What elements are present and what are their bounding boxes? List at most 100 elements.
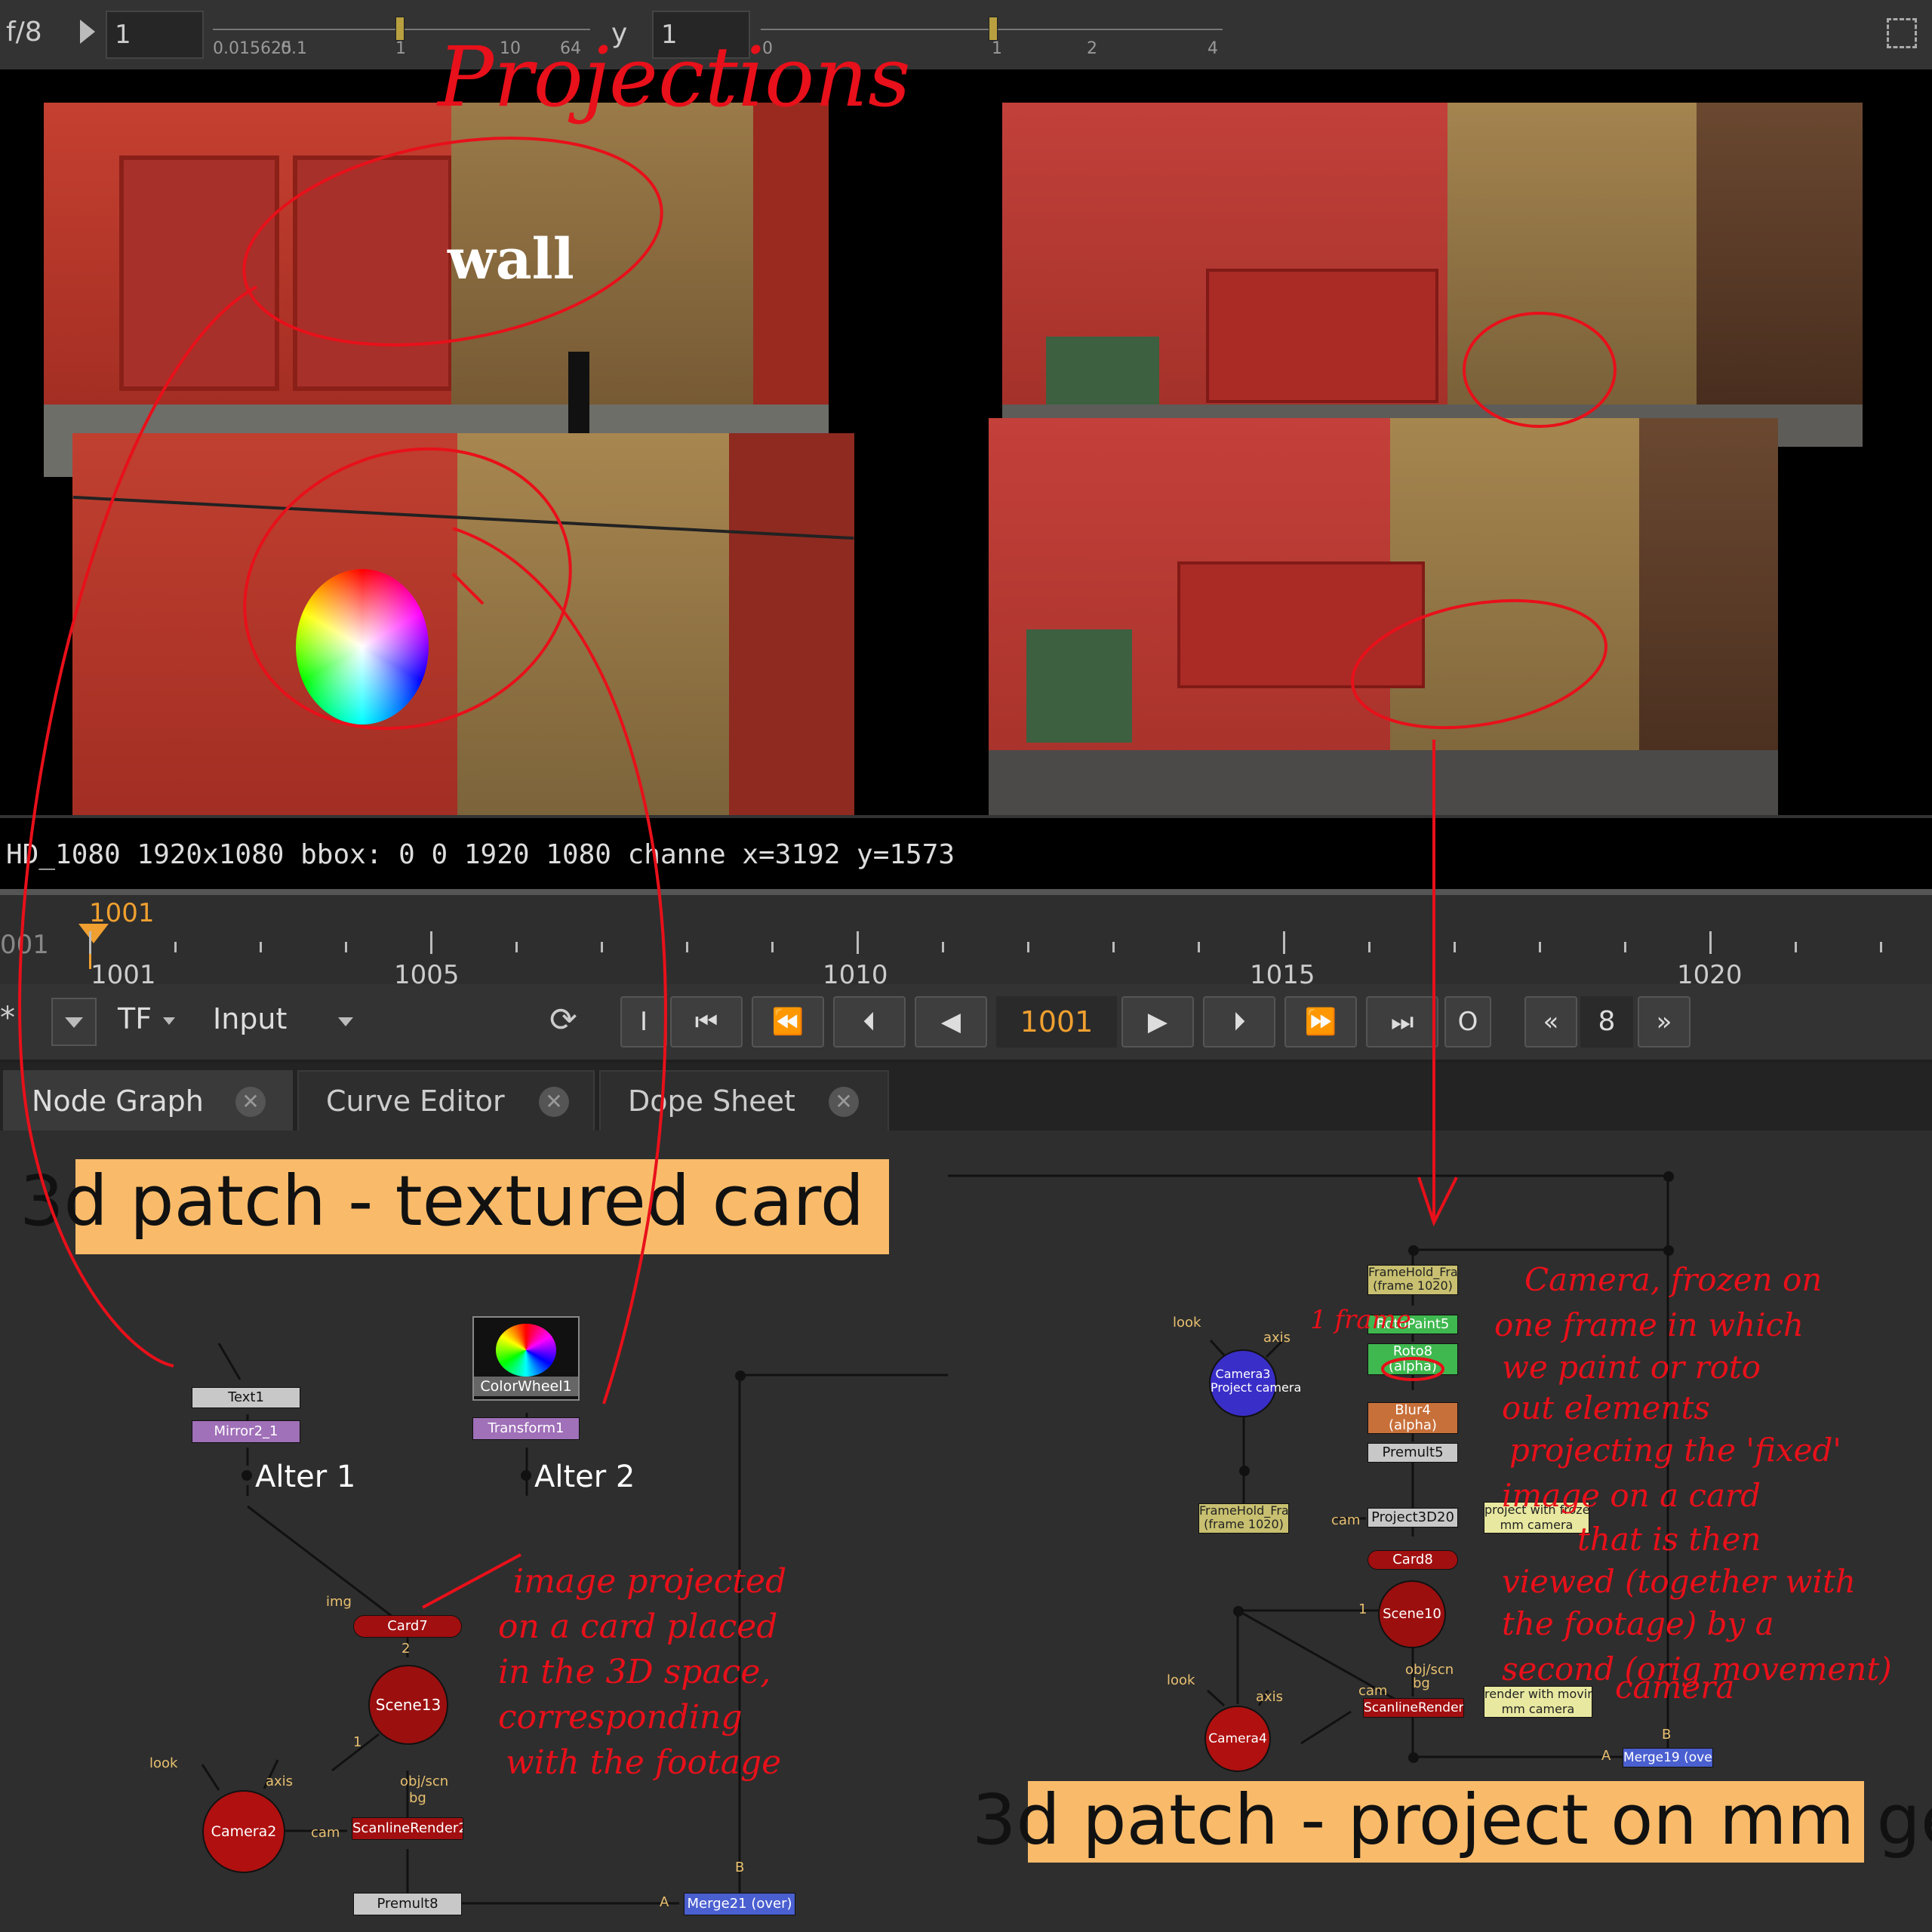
node-framehold2[interactable]: FrameHold_Frame_Z_2 (frame 1020)	[1198, 1503, 1289, 1534]
pipe-label-axis: axis	[266, 1774, 294, 1789]
dot-node[interactable]	[1408, 1245, 1419, 1256]
close-icon[interactable]: ✕	[235, 1087, 266, 1117]
dot-node[interactable]	[1239, 1466, 1250, 1476]
node-framehold1[interactable]: FrameHold_Frame_Z_1 (frame 1020)	[1367, 1265, 1458, 1295]
play-icon[interactable]	[80, 20, 95, 44]
node-scene13[interactable]: Scene13	[368, 1665, 448, 1745]
gain-input[interactable]: 1	[106, 11, 204, 59]
pipe-label-cam: cam	[1331, 1512, 1361, 1528]
node-scene10[interactable]: Scene10	[1378, 1580, 1446, 1648]
prev-frame-button[interactable]: ⏴	[833, 996, 906, 1048]
timeline-tick	[771, 942, 774, 952]
play-forward-button[interactable]: ▶	[1121, 996, 1194, 1048]
node-card8[interactable]: Card8	[1367, 1550, 1458, 1570]
star-label: *	[0, 1001, 15, 1035]
dot-node[interactable]	[242, 1470, 252, 1481]
tab-node-graph-label: Node Graph	[32, 1084, 204, 1118]
node-rotopaint5[interactable]: RotoPaint5	[1367, 1315, 1458, 1334]
gamma-scale-3: 4	[1208, 39, 1218, 58]
roi-icon[interactable]	[1887, 18, 1917, 48]
gamma-slider[interactable]: 0 1 2 4	[761, 11, 1223, 59]
gain-scale-3: 10	[500, 39, 521, 58]
node-premult8[interactable]: Premult8	[353, 1893, 462, 1915]
next-frame-button[interactable]: ⏵	[1203, 996, 1275, 1048]
viewer-menu-dropdown[interactable]	[51, 998, 97, 1046]
node-project3d[interactable]: Project3D20	[1367, 1508, 1458, 1527]
node-framehold2-label: FrameHold_Frame_Z_2	[1199, 1503, 1289, 1518]
gamma-slider-handle[interactable]	[989, 17, 998, 41]
node-card7[interactable]: Card7	[353, 1615, 462, 1638]
node-camera3[interactable]: Camera3 Project camera	[1209, 1349, 1301, 1417]
node-camera2[interactable]: Camera2	[202, 1790, 285, 1873]
lut-menu[interactable]: TF	[118, 1002, 152, 1035]
skip-back-button[interactable]: «	[1524, 996, 1577, 1048]
prev-keyframe-button[interactable]: ⏪	[752, 996, 824, 1048]
node-transform[interactable]: Transform1	[472, 1417, 580, 1440]
viewer-toolbar: f/8 1 0.015625 0.1 1 10 64 y 1 0 1 2 4	[0, 0, 1932, 72]
dot-node[interactable]	[521, 1470, 531, 1481]
node-colorwheel[interactable]: ColorWheel1	[472, 1316, 580, 1401]
input-chevron-icon	[338, 1017, 353, 1026]
node-camera4[interactable]: Camera4	[1204, 1706, 1271, 1772]
pipe-label-look: look	[149, 1755, 178, 1771]
node-framehold1-label: FrameHold_Frame_Z_1	[1368, 1265, 1458, 1279]
input-menu[interactable]: Input	[213, 1002, 287, 1035]
gamma-input[interactable]: 1	[652, 11, 750, 59]
loop-icon[interactable]: ⟳	[549, 1004, 590, 1040]
timeline-ticks	[0, 931, 1932, 958]
next-keyframe-button[interactable]: ⏩	[1284, 996, 1357, 1048]
first-frame-button[interactable]: ⏮	[670, 996, 743, 1048]
pipe-label-cam: cam	[311, 1825, 340, 1841]
viewer-canvas[interactable]: wall	[0, 69, 1932, 851]
play-backward-button[interactable]: ◀	[915, 996, 987, 1048]
node-scanline23[interactable]: ScanlineRender23	[1363, 1698, 1464, 1718]
last-frame-button[interactable]: ⏭	[1366, 996, 1438, 1048]
dot-node[interactable]	[1408, 1752, 1419, 1763]
close-icon[interactable]: ✕	[539, 1087, 569, 1117]
node-graph-canvas[interactable]: 3d patch - textured card 3d patch - proj…	[0, 1131, 1932, 1932]
dot-node[interactable]	[1663, 1171, 1674, 1182]
dot-node[interactable]	[1663, 1245, 1674, 1256]
step-increment-field[interactable]: 8	[1580, 996, 1633, 1048]
fstop-label[interactable]: f/8	[6, 17, 42, 48]
node-colorwheel-label: ColorWheel1	[474, 1377, 578, 1396]
skip-forward-icon: »	[1656, 1007, 1672, 1037]
timeline-tick	[942, 942, 944, 952]
node-mirror[interactable]: Mirror2_1	[192, 1420, 300, 1443]
sticky-note-moving-camera[interactable]: render with moving mm camera	[1484, 1686, 1592, 1718]
node-camera3-label: Camera3	[1215, 1367, 1271, 1381]
node-merge19[interactable]: Merge19 (over)	[1623, 1748, 1713, 1767]
viewer-image-street-bottom	[989, 418, 1778, 835]
close-icon[interactable]: ✕	[829, 1087, 859, 1117]
skip-forward-button[interactable]: »	[1638, 996, 1690, 1048]
sticky-note-frozen-camera[interactable]: project with froze mm camera	[1484, 1502, 1589, 1534]
tab-dope-sheet[interactable]: Dope Sheet ✕	[599, 1070, 889, 1131]
tab-node-graph[interactable]: Node Graph ✕	[3, 1070, 293, 1131]
dot-node[interactable]	[1233, 1606, 1244, 1617]
node-blur4[interactable]: Blur4 (alpha)	[1367, 1402, 1458, 1434]
pipe-label-b: B	[1662, 1727, 1672, 1743]
gain-slider-handle[interactable]	[395, 17, 405, 41]
current-frame-field[interactable]: 1001	[996, 996, 1117, 1048]
dot-node[interactable]	[735, 1371, 746, 1381]
tab-curve-editor[interactable]: Curve Editor ✕	[297, 1070, 595, 1131]
node-text1[interactable]: Text1	[192, 1387, 300, 1408]
node-roto8-label: Roto8	[1392, 1343, 1433, 1359]
gain-slider[interactable]: 0.015625 0.1 1 10 64	[213, 11, 590, 59]
set-in-button[interactable]: I	[620, 996, 667, 1048]
in-label: I	[639, 1007, 648, 1037]
timeline-tick	[1539, 942, 1541, 952]
timeline-tick	[1027, 942, 1029, 952]
node-scanline26[interactable]: ScanlineRender26	[352, 1817, 463, 1840]
current-frame-marker: 1001	[89, 898, 155, 928]
node-premult5[interactable]: Premult5	[1367, 1443, 1458, 1463]
node-blur4-sublabel: (alpha)	[1389, 1417, 1437, 1433]
pipe-label-2: 2	[401, 1641, 411, 1657]
node-roto8[interactable]: Roto8 (alpha)	[1367, 1343, 1458, 1375]
node-framehold2-sublabel: (frame 1020)	[1204, 1517, 1284, 1531]
set-out-button[interactable]: O	[1444, 996, 1491, 1048]
last-frame-icon: ⏭	[1390, 1007, 1414, 1037]
timeline[interactable]: 001 1001 1001 1005 1010 1015 1020	[0, 889, 1932, 990]
wall-text-overlay: wall	[448, 227, 574, 292]
node-merge21[interactable]: Merge21 (over)	[684, 1893, 795, 1915]
